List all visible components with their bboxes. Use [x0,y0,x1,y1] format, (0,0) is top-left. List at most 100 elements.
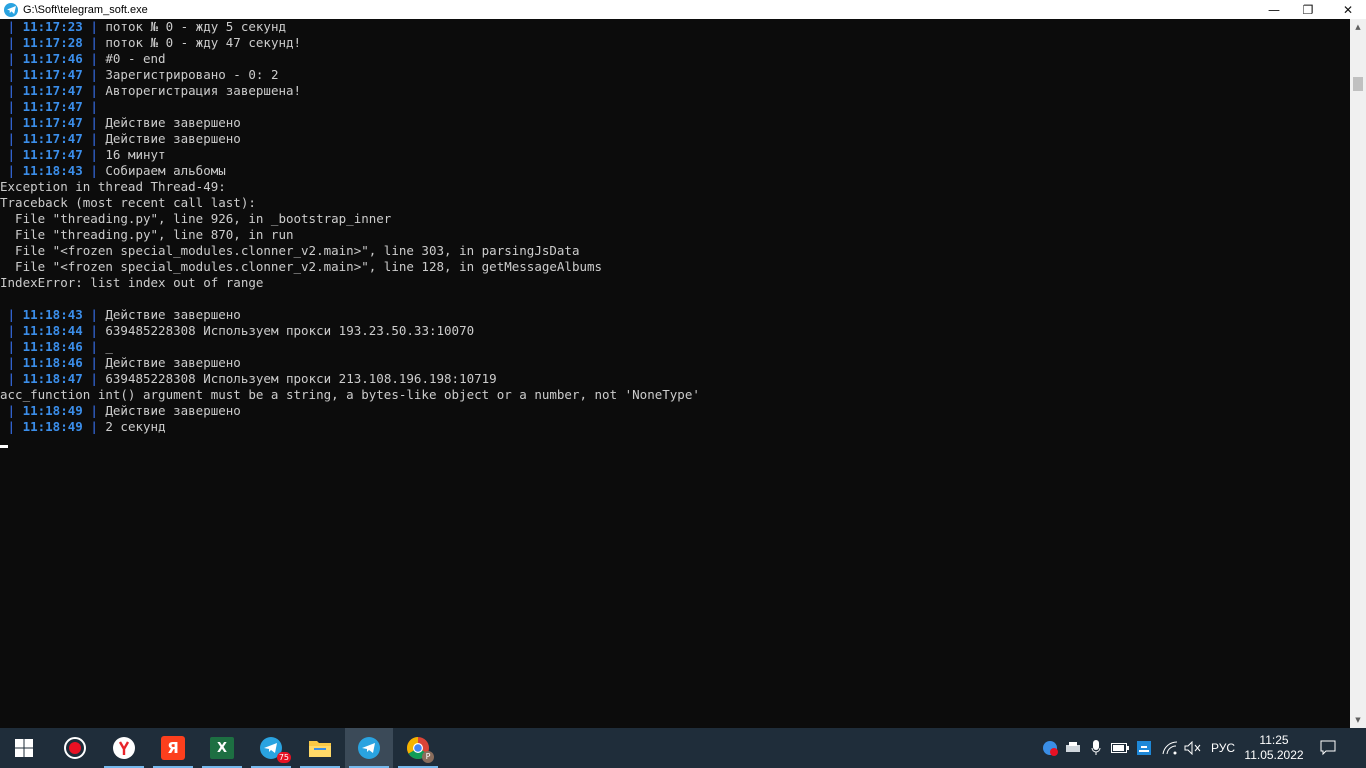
console-line: | 11:17:47 | Авторегистрация завершена! [0,83,1350,99]
pipe-separator: | [82,339,106,354]
timestamp: 11:17:47 [22,67,83,82]
scroll-up-arrow-icon[interactable]: ▲ [1350,19,1366,35]
minimize-button[interactable]: — [1256,0,1292,19]
pipe-separator: | [82,371,106,386]
printer-icon[interactable] [1063,728,1083,768]
pipe-separator: | [0,99,23,114]
excel-icon: X [210,737,234,759]
chrome-icon: P [406,736,434,763]
taskbar-recorder[interactable] [51,728,99,768]
yandex-glyph: Я [167,739,179,757]
console-text: Exception in thread Thread-49: [0,179,226,194]
action-center-button[interactable] [1312,728,1344,768]
restore-icon: ❐ [1302,2,1314,17]
pipe-separator: | [82,307,106,322]
console-text: File "threading.py", line 926, in _boots… [0,211,392,226]
timestamp: 11:18:44 [22,323,83,338]
close-icon: ✕ [1342,2,1354,17]
telegram-icon: 75 [259,736,291,763]
scroll-thumb[interactable] [1353,77,1363,91]
log-message: Действие завершено [105,115,241,130]
log-message: Действие завершено [105,355,241,370]
pipe-separator: | [82,323,106,338]
restore-button[interactable]: ❐ [1290,0,1326,19]
console-text: Traceback (most recent call last): [0,195,256,210]
console-line: File "threading.py", line 870, in run [0,227,1350,243]
console-line: | 11:17:47 | Действие завершено [0,131,1350,147]
console-text: File "<frozen special_modules.clonner_v2… [0,243,580,258]
log-message: Авторегистрация завершена! [105,83,302,98]
timestamp: 11:17:47 [22,99,83,114]
notification-app-tray-icon[interactable] [1040,728,1060,768]
close-button[interactable]: ✕ [1330,0,1366,19]
timestamp: 11:18:43 [22,307,83,322]
pipe-separator: | [0,339,23,354]
log-message: 639485228308 Используем прокси 213.108.1… [105,371,497,386]
taskbar-yandex[interactable]: Я [149,728,197,768]
log-message: Собираем альбомы [105,163,226,178]
volume-muted-icon[interactable] [1182,728,1204,768]
console-line: Traceback (most recent call last): [0,195,1350,211]
timestamp: 11:18:46 [22,355,83,370]
telegram-app-icon [4,2,18,17]
log-message: 16 минут [105,147,166,162]
profile-badge: P [422,751,434,763]
battery-icon[interactable] [1110,728,1130,768]
pipe-separator: | [0,371,23,386]
wifi-icon[interactable] [1158,728,1182,768]
title-bar[interactable]: G:\Soft\telegram_soft.exe — ❐ ✕ [0,0,1366,19]
taskbar-excel[interactable]: X [198,728,246,768]
microphone-icon[interactable] [1086,728,1106,768]
pipe-separator: | [82,403,106,418]
console-text: File "threading.py", line 870, in run [0,227,294,242]
console-line: File "<frozen special_modules.clonner_v2… [0,259,1350,275]
pipe-separator: | [82,51,106,66]
text-cursor [0,445,8,448]
taskbar-telegram-soft[interactable] [345,728,393,768]
console-line: IndexError: list index out of range [0,275,1350,291]
pipe-separator: | [82,355,106,370]
console-line: | 11:17:47 | 16 минут [0,147,1350,163]
timestamp: 11:18:49 [22,403,83,418]
network-adapter-icon[interactable] [1134,728,1154,768]
language-indicator[interactable]: РУС [1208,728,1238,768]
log-message: поток № 0 - жду 47 секунд! [105,35,302,50]
timestamp: 11:18:43 [22,163,83,178]
console-line: File "<frozen special_modules.clonner_v2… [0,243,1350,259]
scroll-down-arrow-icon[interactable]: ▼ [1350,712,1366,728]
excel-glyph: X [216,740,228,756]
record-icon [64,737,86,759]
log-message: _ [105,339,113,354]
console-output[interactable]: | 11:17:23 | поток № 0 - жду 5 секунд | … [0,19,1350,728]
console-text: IndexError: list index out of range [0,275,264,290]
timestamp: 11:17:46 [22,51,83,66]
taskbar-telegram-1[interactable]: 75 [247,728,295,768]
vertical-scrollbar[interactable]: ▲ ▼ [1350,19,1366,728]
console-line: | 11:18:46 | _ [0,339,1350,355]
console-text: File "<frozen special_modules.clonner_v2… [0,259,603,274]
pipe-separator: | [0,51,23,66]
clock[interactable]: 11:25 11.05.2022 [1242,733,1306,763]
pipe-separator: | [0,83,23,98]
taskbar-yandex-browser[interactable] [100,728,148,768]
console-line: | 11:17:23 | поток № 0 - жду 5 секунд [0,19,1350,35]
timestamp: 11:18:47 [22,371,83,386]
pipe-separator: | [0,419,23,434]
notifications-icon [1320,740,1336,756]
pipe-separator: | [0,115,23,130]
folder-icon [309,741,331,757]
taskbar: Я X 75 P РУС 11:25 11.05.2022 [0,728,1366,768]
console-line: | 11:18:43 | Действие завершено [0,307,1350,323]
pipe-separator: | [0,355,23,370]
pipe-separator: | [0,307,23,322]
taskbar-file-explorer[interactable] [296,728,344,768]
pipe-separator: | [0,163,23,178]
log-message: #0 - end [105,51,166,66]
log-message: Действие завершено [105,403,241,418]
unread-badge: 75 [276,752,291,763]
start-button[interactable] [0,728,48,768]
timestamp: 11:17:47 [22,115,83,130]
taskbar-chrome[interactable]: P [394,728,442,768]
pipe-separator: | [0,19,23,34]
